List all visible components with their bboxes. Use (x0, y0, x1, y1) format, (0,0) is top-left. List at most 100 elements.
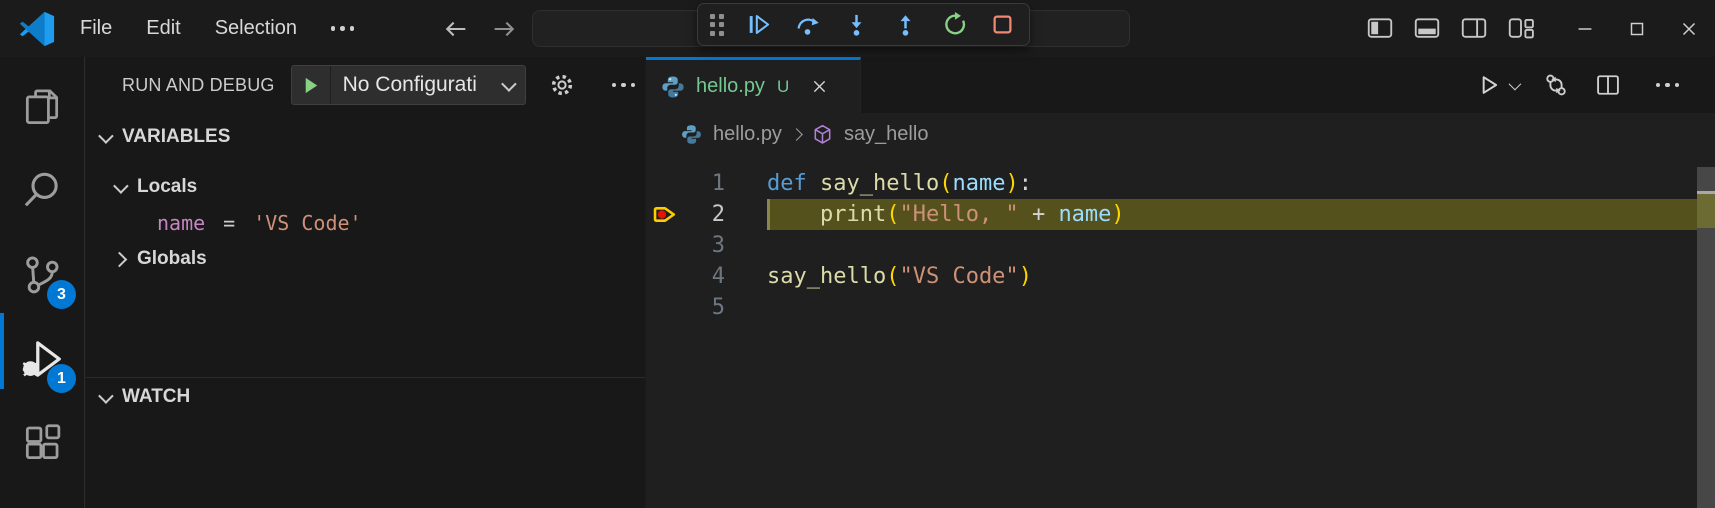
debug-stop-icon[interactable] (989, 11, 1017, 39)
variable-value: 'VS Code' (253, 211, 361, 235)
code-line-content[interactable] (767, 230, 1715, 261)
window-controls (1559, 0, 1715, 57)
sidebar-title: RUN AND DEBUG (122, 75, 275, 96)
menu-edit[interactable]: Edit (136, 13, 190, 44)
toggle-primary-sidebar-icon[interactable] (1363, 11, 1397, 45)
toggle-secondary-sidebar-icon[interactable] (1457, 11, 1491, 45)
menu-more-icon[interactable] (321, 20, 365, 37)
views-more-actions-icon[interactable] (602, 77, 646, 94)
code-line-content[interactable]: say_hello("VS Code") (767, 261, 1715, 292)
tab-hello-py[interactable]: hello.py U (646, 57, 861, 113)
chevron-down-icon (501, 76, 517, 92)
debug-restart-icon[interactable] (940, 11, 968, 39)
open-changes-icon[interactable] (1542, 71, 1570, 99)
menu-selection[interactable]: Selection (205, 13, 307, 44)
variable-row[interactable]: name = 'VS Code' (86, 205, 645, 241)
variable-name: name (157, 211, 205, 235)
sidebar-item-explorer[interactable] (0, 65, 84, 149)
debug-view-tree: VARIABLES Locals name = 'VS Code' Globals (86, 118, 645, 277)
gutter[interactable]: 4 (646, 261, 767, 292)
locals-label: Locals (137, 176, 197, 198)
minimize-icon[interactable] (1559, 0, 1611, 57)
watch-section-header[interactable]: WATCH (86, 378, 645, 416)
forward-arrow-icon[interactable] (488, 13, 520, 45)
debug-continue-icon[interactable] (744, 11, 772, 39)
debug-toolbar (697, 3, 1030, 46)
run-python-file-button[interactable] (1475, 72, 1518, 98)
python-file-icon (680, 123, 703, 146)
gutter[interactable]: 5 (646, 292, 767, 323)
chevron-right-icon[interactable] (112, 251, 128, 267)
debug-current-line-breakpoint-icon[interactable] (651, 200, 680, 229)
sidebar-item-run-and-debug[interactable]: 1 (0, 317, 84, 401)
vscode-window: File Edit Selection (0, 0, 1715, 508)
line-number: 2 (712, 199, 725, 230)
line-number: 3 (712, 230, 725, 261)
back-arrow-icon[interactable] (440, 13, 472, 45)
gutter[interactable]: 2 (646, 199, 767, 230)
chevron-down-icon[interactable] (1508, 77, 1521, 90)
breadcrumb-separator-icon (790, 128, 803, 141)
scm-badge: 3 (47, 280, 76, 309)
editor-more-actions-icon[interactable] (1646, 77, 1690, 94)
debug-configuration-value: No Configurati (331, 73, 502, 97)
variable-equals: = (217, 211, 241, 235)
extensions-icon (20, 421, 64, 465)
watch-label: WATCH (122, 386, 190, 408)
code-line[interactable]: 5 (646, 292, 1715, 323)
chevron-down-icon[interactable] (113, 178, 129, 194)
gutter[interactable]: 3 (646, 230, 767, 261)
globals-label: Globals (137, 248, 207, 270)
code-line-content[interactable]: print("Hello, " + name) (767, 199, 1715, 230)
editor-group: hello.py U (646, 57, 1715, 508)
git-status-untracked: U (777, 77, 789, 97)
breadcrumb-file[interactable]: hello.py (713, 123, 782, 146)
gear-icon[interactable] (548, 71, 576, 99)
files-icon (20, 85, 64, 129)
run-icon (1475, 72, 1501, 98)
customize-layout-icon[interactable] (1504, 11, 1538, 45)
chevron-down-icon[interactable] (98, 128, 114, 144)
start-debugging-play-icon[interactable] (292, 66, 331, 104)
scrollbar-current-line-decoration (1697, 194, 1715, 228)
editor-scrollbar[interactable] (1697, 167, 1715, 508)
split-editor-icon[interactable] (1594, 71, 1622, 99)
tab-bar: hello.py U (646, 57, 1715, 113)
sidebar-item-extensions[interactable] (0, 401, 84, 485)
locals-scope-row[interactable]: Locals (86, 169, 645, 205)
breadcrumb-symbol[interactable]: say_hello (844, 123, 929, 146)
close-window-icon[interactable] (1663, 0, 1715, 57)
menu-file[interactable]: File (70, 13, 122, 44)
sidebar-item-source-control[interactable]: 3 (0, 233, 84, 317)
sidebar-item-search[interactable] (0, 149, 84, 233)
tab-label: hello.py (696, 75, 765, 98)
activity-bar: 3 1 (0, 57, 85, 508)
variables-section-header[interactable]: VARIABLES (86, 118, 645, 156)
vscode-logo-icon (18, 10, 56, 48)
editor-actions (1475, 57, 1715, 113)
gutter[interactable]: 1 (646, 168, 767, 199)
code-line[interactable]: 3 (646, 230, 1715, 261)
layout-controls (1363, 11, 1538, 45)
debug-step-out-icon[interactable] (891, 11, 919, 39)
code-line[interactable]: 4say_hello("VS Code") (646, 261, 1715, 292)
debug-configuration-dropdown[interactable]: No Configurati (291, 65, 526, 105)
code-line-content[interactable] (767, 292, 1715, 323)
globals-scope-row[interactable]: Globals (86, 241, 645, 277)
chevron-down-icon[interactable] (98, 388, 114, 404)
code-lines: 1 def say_hello(name): 2 print("Hello, " … (646, 155, 1715, 323)
maximize-icon[interactable] (1611, 0, 1663, 57)
code-line-content[interactable]: def say_hello(name): (767, 168, 1715, 199)
code-line[interactable]: 2 print("Hello, " + name) (646, 199, 1715, 230)
debug-step-into-icon[interactable] (842, 11, 870, 39)
run-and-debug-sidebar: RUN AND DEBUG No Configurati VARIABLES (86, 57, 645, 508)
drag-handle-icon[interactable] (710, 14, 724, 36)
close-tab-icon[interactable] (807, 75, 831, 99)
toggle-panel-icon[interactable] (1410, 11, 1444, 45)
code-line[interactable]: 1 def say_hello(name): (646, 168, 1715, 199)
line-number: 1 (712, 168, 725, 199)
debug-badge: 1 (47, 364, 76, 393)
line-number: 5 (712, 292, 725, 323)
menu-bar: File Edit Selection (70, 0, 364, 57)
debug-step-over-icon[interactable] (793, 11, 821, 39)
